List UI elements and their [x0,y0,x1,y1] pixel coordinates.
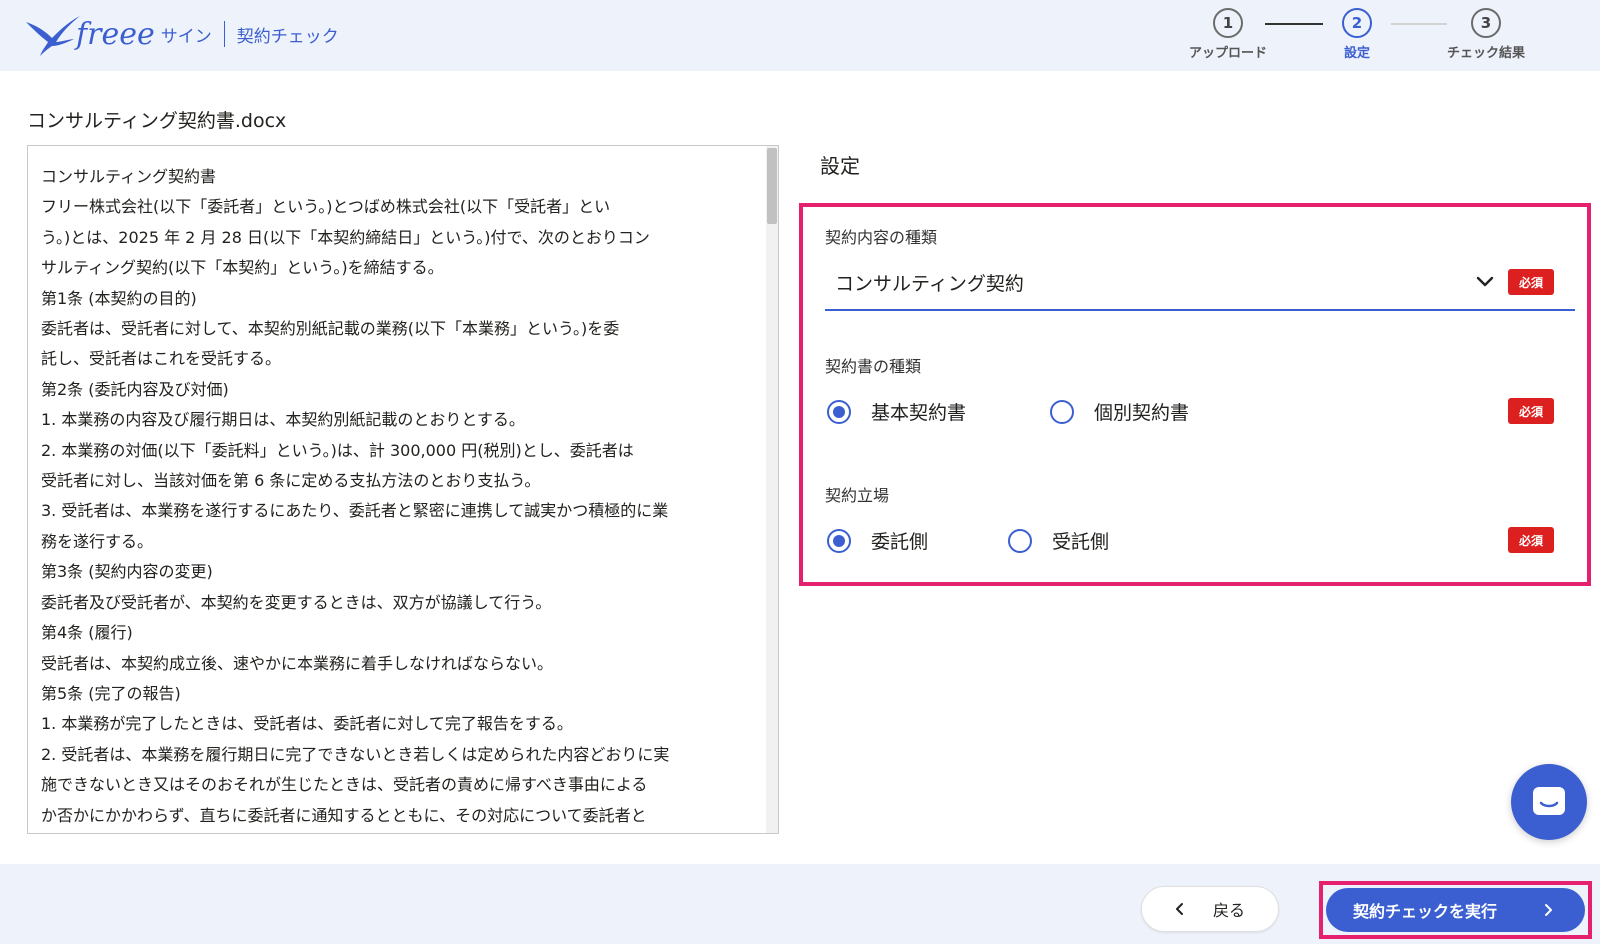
step-number: 1 [1213,8,1243,38]
document-filename: コンサルティング契約書.docx [27,110,287,132]
doc-line: サルティング契約(以下「本契約」という。)を締結する。 [41,258,444,278]
stepper: 1 アップロード 2 設定 3 チェック結果 [1189,8,1565,64]
radio-button[interactable] [1008,528,1032,553]
doc-line: 第4条 (履行) [41,623,133,643]
step-label: チェック結果 [1446,46,1525,61]
chat-icon [1533,787,1565,815]
step-number: 2 [1342,8,1372,38]
contract-doc-type-label: 契約書の種類 [825,357,922,376]
app-header: freee サイン 契約チェック 1 アップロード 2 設定 3 チェック結果 [0,0,1600,71]
doc-line: 委託者及び受託者が、本契約を変更するときは、双方が協議して行う。 [41,592,552,612]
doc-line: 1. 本業務が完了したときは、受託者は、委託者に対して完了報告をする。 [41,714,573,734]
chat-support-button[interactable] [1511,764,1587,840]
chevron-right-icon [1545,904,1552,916]
radio-label: 個別契約書 [1094,402,1190,424]
doc-line: う。)とは、2025 年 2 月 28 日(以下「本契約締結日」という。)付で、… [41,227,650,247]
document-scrollbar[interactable] [766,146,778,833]
required-badge: 必須 [1508,527,1554,553]
step-label: 設定 [1343,46,1370,61]
radio-button[interactable] [1050,399,1074,424]
radio-basic-contract[interactable]: 基本契約書 [827,398,966,425]
required-badge: 必須 [1508,398,1554,424]
document-text: コンサルティング契約書 フリー株式会社(以下「委託者」という。)とつばめ株式会社… [41,162,761,831]
contract-content-select[interactable]: コンサルティング契約 [825,259,1575,311]
radio-button-checked[interactable] [827,528,851,553]
doc-line: 第3条 (契約内容の変更) [41,562,213,582]
step-number: 3 [1471,8,1501,38]
doc-line: 託し、受託者はこれを受託する。 [41,349,282,369]
step-upload: 1 アップロード [1173,8,1283,61]
radio-consignee[interactable]: 受託側 [1008,527,1109,554]
doc-line: 2. 本業務の対価(以下「委託料」という。)は、計 300,000 円(税別)と… [41,440,634,460]
doc-line: 第5条 (完了の報告) [41,683,181,703]
doc-line: 委託者は、受託者に対して、本契約別紙記載の業務(以下「本業務」という。)を委 [41,319,620,339]
radio-label: 受託側 [1052,531,1110,553]
required-badge: 必須 [1508,269,1554,295]
brand-sub-text: 契約チェック [236,26,339,47]
radio-label: 基本契約書 [871,402,967,424]
doc-line: 3. 受託者は、本業務を遂行するにあたり、委託者と緊密に連携して誠実かつ積極的に… [41,501,669,521]
doc-line: コンサルティング契約書 [41,167,217,186]
settings-title: 設定 [820,154,860,178]
freee-wordmark: freee [76,16,155,52]
chevron-down-icon[interactable] [1475,271,1495,291]
logo-divider [223,21,225,47]
radio-consignor[interactable]: 委託側 [827,527,928,554]
freee-bird-logo-icon [26,16,80,56]
back-button-label: 戻る [1212,901,1245,920]
doc-line: 第2条 (委託内容及び対価) [41,379,229,399]
step-label: アップロード [1188,46,1267,61]
run-contract-check-button[interactable]: 契約チェックを実行 [1326,888,1585,932]
settings-panel: 契約内容の種類 コンサルティング契約 必須 契約書の種類 基本契約書 個別契約書… [799,203,1591,586]
doc-line: 受託者に対し、当該対価を第 6 条に定める支払方法のとおり支払う。 [41,471,541,491]
radio-button-checked[interactable] [827,399,851,424]
brand-sign-text: サイン [160,26,212,47]
doc-line: 第1条 (本契約の目的) [41,288,197,308]
step-settings: 2 設定 [1302,8,1412,61]
doc-line: か否かにかかわらず、直ちに委託者に通知するとともに、その対応について委託者と [41,805,647,825]
doc-line: 受託者は、本契約成立後、速やかに本業務に着手しなければならない。 [41,653,554,673]
contract-content-value: コンサルティング契約 [835,273,1024,295]
doc-line: 1. 本業務の内容及び履行期日は、本契約別紙記載のとおりとする。 [41,410,525,430]
run-button-highlight: 契約チェックを実行 [1319,881,1592,939]
radio-label: 委託側 [871,531,929,553]
position-label: 契約立場 [825,486,890,505]
doc-line: フリー株式会社(以下「委託者」という。)とつばめ株式会社(以下「受託者」とい [41,197,611,217]
step-result: 3 チェック結果 [1431,8,1541,61]
doc-line: 施できないとき又はそのおそれが生じたときは、受託者の責めに帰すべき事由による [41,775,648,795]
freee-sign-logo[interactable]: freee サイン 契約チェック [24,12,339,56]
radio-individual-contract[interactable]: 個別契約書 [1050,398,1189,425]
document-preview[interactable]: コンサルティング契約書 フリー株式会社(以下「委託者」という。)とつばめ株式会社… [27,145,779,834]
chevron-left-icon [1175,903,1183,915]
back-button[interactable]: 戻る [1141,886,1279,932]
contract-content-label: 契約内容の種類 [825,228,938,247]
run-button-label: 契約チェックを実行 [1353,902,1498,921]
doc-line: 務を遂行する。 [41,531,154,551]
doc-line: 2. 受託者は、本業務を履行期日に完了できないとき若しくは定められた内容どおりに… [41,744,670,764]
scrollbar-thumb[interactable] [767,148,777,224]
footer-bar: 戻る 契約チェックを実行 [0,864,1600,944]
